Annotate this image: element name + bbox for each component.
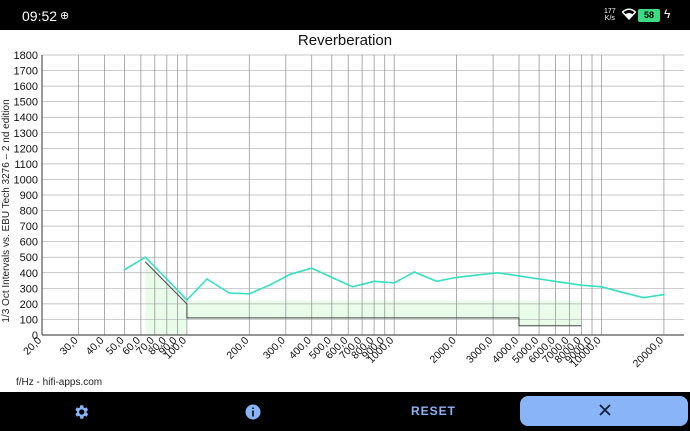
data-point [185,299,188,301]
tolerance-band [145,260,582,335]
x-tick-label: 2000,0 [428,335,459,366]
y-tick-label: 600 [20,237,38,249]
close-button[interactable] [520,396,688,426]
y-tick-label: 1300 [14,128,38,140]
data-point [268,284,271,287]
x-tick-label: 3000,0 [464,335,495,366]
y-tick-label: 1500 [14,97,38,109]
data-point [620,291,623,294]
y-tick-label: 200 [20,299,38,311]
net-speed-value: 177 [604,8,616,15]
y-tick-label: 1400 [14,112,38,124]
data-point [330,276,333,279]
data-point [123,268,126,271]
net-speed-unit: K/s [604,15,615,22]
x-tick-label: 30,0 [58,335,81,358]
data-point [228,292,231,294]
charging-icon: ϟ [664,7,671,21]
data-point [538,278,541,280]
data-point [413,271,416,273]
data-point [373,280,376,283]
close-icon [599,404,611,416]
y-tick-label: 100 [20,314,38,326]
y-tick-label: 700 [20,221,38,233]
data-point [165,278,168,280]
info-icon[interactable] [244,403,262,421]
data-point [475,274,478,277]
y-tick-label: 1600 [14,81,38,93]
y-tick-label: 1100 [14,159,38,171]
data-point [435,280,438,283]
y-tick-label: 300 [20,283,38,295]
x-tick-label: 20000,0 [631,335,666,370]
data-point [496,271,499,274]
y-tick-label: 1200 [14,143,38,155]
data-point [455,276,458,279]
y-tick-label: 1700 [14,66,38,78]
bottom-bar: RESET [0,392,690,431]
y-tick-label: 900 [20,190,38,202]
data-point [642,296,645,299]
y-tick-label: 1000 [14,174,38,186]
data-point [206,278,208,280]
data-point [248,292,251,295]
x-tick-label: 40,0 [84,335,107,358]
y-tick-label: 1800 [14,50,38,62]
settings-gear-icon[interactable] [72,403,90,421]
reset-button[interactable]: RESET [411,404,456,418]
data-point [518,274,520,277]
net-speed: 177 K/s [604,8,616,22]
y-axis-label: 1/3 Oct Intervals vs. EBU Tech 3276 – 2 … [1,99,12,322]
x-tick-label: 20,0 [21,335,44,358]
x-tick-label: 300,0 [261,335,288,362]
chart-area: Reverberation 1/3 Oct Intervals vs. EBU … [0,30,690,392]
x-tick-label: 200,0 [224,335,251,362]
data-point [351,285,354,288]
data-point [289,273,292,276]
x-axis-footer-label: f/Hz - hifi-apps.com [16,377,103,388]
data-point [393,281,396,284]
reverberation-chart: Reverberation 1/3 Oct Intervals vs. EBU … [1,32,684,370]
y-tick-label: 400 [20,268,38,280]
y-tick-label: 500 [20,252,38,264]
clock: 09:52 [22,8,58,24]
y-tick-label: 800 [20,206,38,218]
data-point [559,281,561,284]
data-point [310,267,313,270]
data-point [580,284,583,287]
data-point [600,285,603,288]
chart-title: Reverberation [298,32,392,49]
wifi-icon [622,8,636,20]
battery-indicator: 58 [638,9,660,22]
usb-icon: ⊕ [60,10,70,22]
data-point [144,256,147,259]
status-bar: 09:52 ⊕ 177 K/s 58 ϟ [0,0,690,30]
data-point [663,293,665,296]
